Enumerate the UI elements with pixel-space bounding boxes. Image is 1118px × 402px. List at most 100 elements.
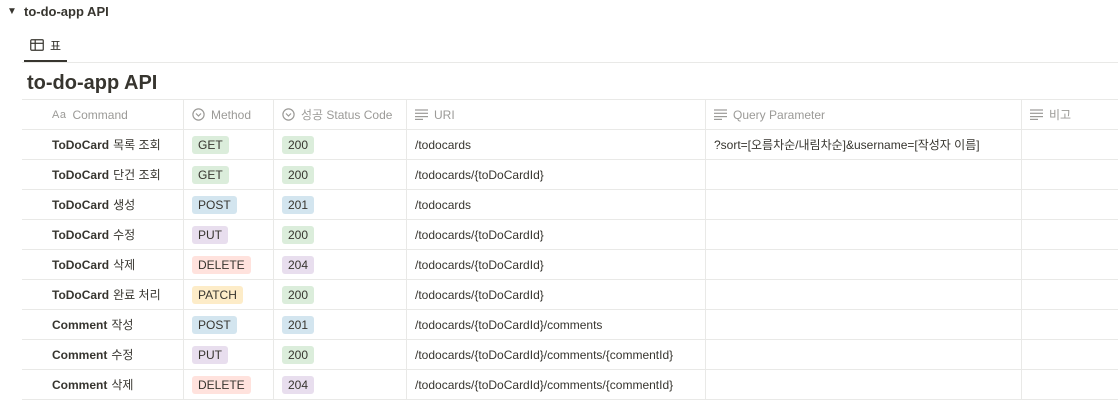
table-row[interactable]: Comment 수정 PUT 200/todocards/{toDoCardId}/c… <box>22 340 1118 370</box>
note-cell[interactable] <box>1022 310 1118 339</box>
status-code-tag: 201 <box>282 315 315 334</box>
command-cell[interactable]: Comment 삭제 <box>22 370 184 399</box>
column-header-note[interactable]: 비고 <box>1022 100 1118 129</box>
command-action: 수정 <box>113 228 136 242</box>
status-code-cell[interactable]: 200 <box>274 130 407 159</box>
tab-table-view[interactable]: 표 <box>24 30 68 62</box>
table-row[interactable]: ToDoCard 단건 조회 GET 200/todocards/{toDoCardI… <box>22 160 1118 190</box>
database-title[interactable]: to-do-app API <box>27 72 157 95</box>
note-cell[interactable] <box>1022 160 1118 189</box>
column-header-label: 성공 Status Code <box>301 108 393 122</box>
method-cell[interactable]: POST <box>184 310 274 339</box>
command-cell[interactable]: Comment 작성 <box>22 310 184 339</box>
command-action: 완료 처리 <box>113 288 161 302</box>
status-code-cell[interactable]: 200 <box>274 280 407 309</box>
command-entity: Comment <box>52 347 108 362</box>
database-table: Aa Command Method 성공 Status Code URI Que… <box>22 99 1118 400</box>
uri-cell[interactable]: /todocards/{toDoCardId}/comments/{commen… <box>407 340 706 369</box>
table-body: ToDoCard 목록 조회 GET 200/todocards ?sort=[오름차순… <box>22 130 1118 400</box>
tab-label: 표 <box>50 38 62 53</box>
status-code-cell[interactable]: 200 <box>274 160 407 189</box>
status-code-cell[interactable]: 204 <box>274 370 407 399</box>
column-header-uri[interactable]: URI <box>407 100 706 129</box>
uri-cell[interactable]: /todocards/{toDoCardId} <box>407 280 706 309</box>
column-header-label: Command <box>72 107 128 122</box>
table-row[interactable]: Comment 작성 POST 201/todocards/{toDoCardId}/… <box>22 310 1118 340</box>
uri-cell[interactable]: /todocards/{toDoCardId} <box>407 250 706 279</box>
method-tag: DELETE <box>192 375 251 394</box>
uri-cell[interactable]: /todocards/{toDoCardId} <box>407 160 706 189</box>
query-parameter-cell[interactable] <box>706 160 1022 189</box>
note-cell[interactable] <box>1022 250 1118 279</box>
uri-cell[interactable]: /todocards/{toDoCardId} <box>407 220 706 249</box>
note-cell[interactable] <box>1022 370 1118 399</box>
method-cell[interactable]: PUT <box>184 220 274 249</box>
note-cell[interactable] <box>1022 280 1118 309</box>
method-cell[interactable]: PATCH <box>184 280 274 309</box>
table-row[interactable]: ToDoCard 완료 처리 PATCH 200/todocards/{toDoCar… <box>22 280 1118 310</box>
query-parameter-cell[interactable] <box>706 190 1022 219</box>
query-parameter-cell[interactable] <box>706 250 1022 279</box>
note-cell[interactable] <box>1022 130 1118 159</box>
column-header-query-parameter[interactable]: Query Parameter <box>706 100 1022 129</box>
toggle-arrow-icon[interactable]: ▼ <box>4 6 20 17</box>
command-cell[interactable]: ToDoCard 완료 처리 <box>22 280 184 309</box>
command-entity: ToDoCard <box>52 287 110 302</box>
query-parameter-cell[interactable] <box>706 310 1022 339</box>
query-parameter-cell[interactable] <box>706 340 1022 369</box>
status-code-tag: 201 <box>282 195 315 214</box>
query-parameter-cell[interactable] <box>706 220 1022 249</box>
status-code-cell[interactable]: 204 <box>274 250 407 279</box>
text-icon <box>1030 109 1043 120</box>
command-cell[interactable]: ToDoCard 삭제 <box>22 250 184 279</box>
status-code-cell[interactable]: 200 <box>274 220 407 249</box>
command-action: 생성 <box>113 198 136 212</box>
method-cell[interactable]: GET <box>184 160 274 189</box>
command-cell[interactable]: ToDoCard 생성 <box>22 190 184 219</box>
method-cell[interactable]: DELETE <box>184 250 274 279</box>
method-tag: POST <box>192 195 237 214</box>
column-header-status-code[interactable]: 성공 Status Code <box>274 100 407 129</box>
text-icon <box>415 109 428 120</box>
uri-cell[interactable]: /todocards/{toDoCardId}/comments <box>407 310 706 339</box>
note-cell[interactable] <box>1022 190 1118 219</box>
status-code-cell[interactable]: 200 <box>274 340 407 369</box>
table-row[interactable]: ToDoCard 삭제 DELETE 204/todocards/{toDoCardI… <box>22 250 1118 280</box>
query-parameter-cell[interactable] <box>706 280 1022 309</box>
uri-cell[interactable]: /todocards/{toDoCardId}/comments/{commen… <box>407 370 706 399</box>
query-parameter-cell[interactable]: ?sort=[오름차순/내림차순]&username=[작성자 이름] <box>706 130 1022 159</box>
note-cell[interactable] <box>1022 340 1118 369</box>
query-parameter-text: ?sort=[오름차순/내림차순]&username=[작성자 이름] <box>714 138 980 152</box>
method-cell[interactable]: GET <box>184 130 274 159</box>
method-cell[interactable]: DELETE <box>184 370 274 399</box>
column-header-command[interactable]: Aa Command <box>22 100 184 129</box>
note-cell[interactable] <box>1022 220 1118 249</box>
column-header-label: Method <box>211 107 252 122</box>
toggle-block[interactable]: ▼ to-do-app API <box>0 0 109 22</box>
status-code-cell[interactable]: 201 <box>274 310 407 339</box>
method-tag: GET <box>192 135 229 154</box>
uri-cell[interactable]: /todocards <box>407 130 706 159</box>
uri-cell[interactable]: /todocards <box>407 190 706 219</box>
uri-text: /todocards/{toDoCardId} <box>415 227 544 242</box>
method-tag: PUT <box>192 225 228 244</box>
status-code-cell[interactable]: 201 <box>274 190 407 219</box>
method-cell[interactable]: POST <box>184 190 274 219</box>
command-action: 수정 <box>111 348 134 362</box>
table-header-row: Aa Command Method 성공 Status Code URI Que… <box>22 99 1118 130</box>
method-cell[interactable]: PUT <box>184 340 274 369</box>
uri-text: /todocards/{toDoCardId} <box>415 257 544 272</box>
command-entity: ToDoCard <box>52 257 110 272</box>
table-row[interactable]: ToDoCard 수정 PUT 200/todocards/{toDoCardId} <box>22 220 1118 250</box>
command-cell[interactable]: Comment 수정 <box>22 340 184 369</box>
table-row[interactable]: ToDoCard 목록 조회 GET 200/todocards ?sort=[오름차순… <box>22 130 1118 160</box>
table-row[interactable]: Comment 삭제 DELETE 204/todocards/{toDoCardId… <box>22 370 1118 400</box>
query-parameter-cell[interactable] <box>706 370 1022 399</box>
status-code-tag: 200 <box>282 135 315 154</box>
command-cell[interactable]: ToDoCard 목록 조회 <box>22 130 184 159</box>
method-tag: PATCH <box>192 285 243 304</box>
command-cell[interactable]: ToDoCard 수정 <box>22 220 184 249</box>
command-cell[interactable]: ToDoCard 단건 조회 <box>22 160 184 189</box>
table-row[interactable]: ToDoCard 생성 POST 201/todocards <box>22 190 1118 220</box>
column-header-method[interactable]: Method <box>184 100 274 129</box>
